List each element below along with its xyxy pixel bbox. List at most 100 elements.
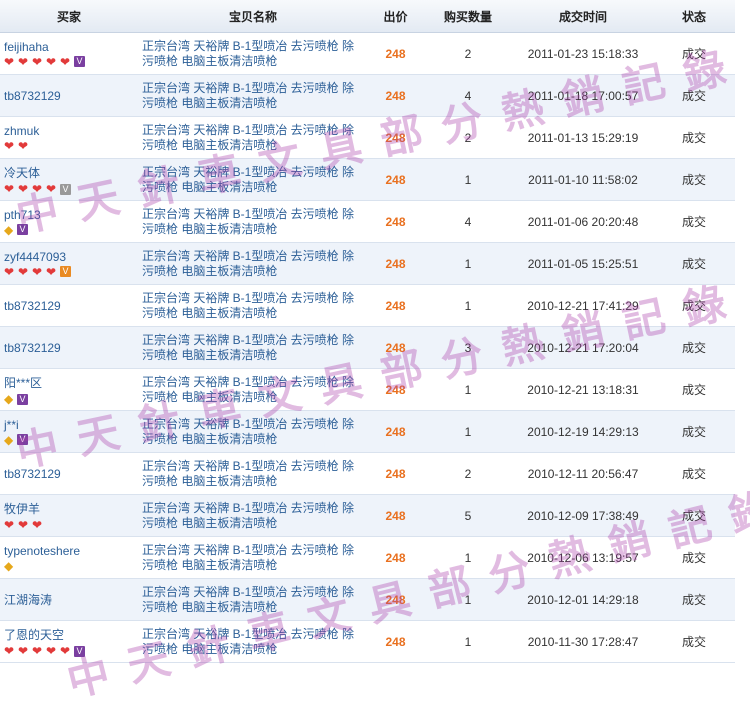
column-header-quantity: 购买数量 (423, 0, 513, 33)
item-cell: 正宗台湾 天裕牌 B-1型喷冶 去污喷枪 除污喷枪 电脑主板清洁喷枪 (138, 200, 368, 243)
item-link[interactable]: 正宗台湾 天裕牌 B-1型喷冶 去污喷枪 除污喷枪 电脑主板清洁喷枪 (142, 123, 354, 152)
item-cell: 正宗台湾 天裕牌 B-1型喷冶 去污喷枪 除污喷枪 电脑主板清洁喷枪 (138, 536, 368, 579)
price-cell: 248 (368, 158, 423, 201)
item-link[interactable]: 正宗台湾 天裕牌 B-1型喷冶 去污喷枪 除污喷枪 电脑主板清洁喷枪 (142, 417, 354, 446)
item-cell: 正宗台湾 天裕牌 B-1型喷冶 去污喷枪 除污喷枪 电脑主板清洁喷枪 (138, 74, 368, 117)
item-link[interactable]: 正宗台湾 天裕牌 B-1型喷冶 去污喷枪 除污喷枪 电脑主板清洁喷枪 (142, 81, 354, 110)
time-cell: 2011-01-13 15:29:19 (513, 116, 653, 159)
buyer-link[interactable]: tb8732129 (4, 341, 61, 355)
item-link[interactable]: 正宗台湾 天裕牌 B-1型喷冶 去污喷枪 除污喷枪 电脑主板清洁喷枪 (142, 585, 354, 614)
buyer-link[interactable]: tb8732129 (4, 89, 61, 103)
diamond-icon: ◆ (4, 392, 14, 406)
heart-icon: ❤ (32, 54, 43, 69)
item-cell: 正宗台湾 天裕牌 B-1型喷冶 去污喷枪 除污喷枪 电脑主板清洁喷枪 (138, 452, 368, 495)
time-cell: 2010-12-09 17:38:49 (513, 494, 653, 537)
buyer-link[interactable]: tb8732129 (4, 467, 61, 481)
vip-icon: V (60, 183, 71, 195)
column-header-item: 宝贝名称 (138, 0, 368, 33)
buyer-link[interactable]: j**i (4, 418, 19, 432)
quantity-cell: 1 (423, 368, 513, 411)
heart-icon: ❤ (60, 644, 71, 658)
buyer-cell: pth713 ◆ V (0, 200, 138, 243)
item-link[interactable]: 正宗台湾 天裕牌 B-1型喷冶 去污喷枪 除污喷枪 电脑主板清洁喷枪 (142, 543, 354, 572)
buyer-cell: 江湖海涛 (0, 578, 138, 621)
table-row: 牧伊羊 ❤ ❤ ❤ 正宗台湾 天裕牌 B-1型喷冶 去污喷枪 除污喷枪 电脑主板清洁… (0, 494, 735, 537)
item-link[interactable]: 正宗台湾 天裕牌 B-1型喷冶 去污喷枪 除污喷枪 电脑主板清洁喷枪 (142, 165, 354, 194)
buyer-badges: ◆ (4, 560, 134, 572)
item-link[interactable]: 正宗台湾 天裕牌 B-1型喷冶 去污喷枪 除污喷枪 电脑主板清洁喷枪 (142, 375, 354, 404)
buyer-cell: zhmuk ❤ ❤ (0, 116, 138, 159)
heart-icon: ❤ (32, 644, 43, 658)
buyer-link[interactable]: feijihaha (4, 40, 49, 54)
status-cell: 成交 (653, 284, 735, 327)
heart-icon: ❤ (32, 182, 43, 196)
quantity-cell: 2 (423, 32, 513, 75)
buyer-link[interactable]: 江湖海涛 (4, 593, 52, 607)
price-cell: 248 (368, 494, 423, 537)
price-cell: 248 (368, 326, 423, 369)
quantity-cell: 1 (423, 158, 513, 201)
item-link[interactable]: 正宗台湾 天裕牌 B-1型喷冶 去污喷枪 除污喷枪 电脑主板清洁喷枪 (142, 39, 354, 68)
vip-icon: V (17, 224, 28, 235)
buyer-badges: ◆ V (4, 224, 134, 236)
status-cell: 成交 (653, 74, 735, 117)
item-link[interactable]: 正宗台湾 天裕牌 B-1型喷冶 去污喷枪 除污喷枪 电脑主板清洁喷枪 (142, 501, 354, 530)
table-row: 江湖海涛 正宗台湾 天裕牌 B-1型喷冶 去污喷枪 除污喷枪 电脑主板清洁喷枪 … (0, 578, 735, 621)
table-row: 了恩的天空 ❤ ❤ ❤ ❤ ❤ V 正宗台湾 天裕牌 B-1型喷冶 去污喷枪 除污喷枪 电… (0, 620, 735, 663)
heart-icon: ❤ (4, 138, 15, 153)
diamond-icon: ◆ (4, 558, 14, 573)
item-link[interactable]: 正宗台湾 天裕牌 B-1型喷冶 去污喷枪 除污喷枪 电脑主板清洁喷枪 (142, 627, 354, 656)
item-link[interactable]: 正宗台湾 天裕牌 B-1型喷冶 去污喷枪 除污喷枪 电脑主板清洁喷枪 (142, 333, 354, 362)
item-link[interactable]: 正宗台湾 天裕牌 B-1型喷冶 去污喷枪 除污喷枪 电脑主板清洁喷枪 (142, 207, 354, 236)
buyer-link[interactable]: 牧伊羊 (4, 502, 40, 516)
vip-icon: V (74, 56, 85, 67)
time-cell: 2011-01-18 17:00:57 (513, 74, 653, 117)
quantity-cell: 2 (423, 452, 513, 495)
quantity-cell: 4 (423, 74, 513, 117)
quantity-cell: 1 (423, 578, 513, 621)
status-cell: 成交 (653, 326, 735, 369)
buyer-link[interactable]: tb8732129 (4, 299, 61, 313)
status-cell: 成交 (653, 578, 735, 621)
quantity-cell: 1 (423, 620, 513, 663)
item-link[interactable]: 正宗台湾 天裕牌 B-1型喷冶 去污喷枪 除污喷枪 电脑主板清洁喷枪 (142, 249, 354, 278)
item-cell: 正宗台湾 天裕牌 B-1型喷冶 去污喷枪 除污喷枪 电脑主板清洁喷枪 (138, 410, 368, 453)
table-row: pth713 ◆ V 正宗台湾 天裕牌 B-1型喷冶 去污喷枪 除污喷枪 电脑主板… (0, 200, 735, 243)
time-cell: 2010-12-21 13:18:31 (513, 368, 653, 411)
time-cell: 2010-11-30 17:28:47 (513, 620, 653, 663)
price-cell: 248 (368, 368, 423, 411)
buyer-link[interactable]: typenoteshere (4, 544, 80, 558)
column-header-time: 成交时间 (513, 0, 653, 33)
buyer-cell: feijihaha ❤ ❤ ❤ ❤ ❤ V (0, 32, 138, 75)
heart-icon: ❤ (18, 54, 29, 69)
buyer-cell: typenoteshere ◆ (0, 536, 138, 579)
buyer-badges: ❤ ❤ ❤ (4, 519, 134, 531)
item-link[interactable]: 正宗台湾 天裕牌 B-1型喷冶 去污喷枪 除污喷枪 电脑主板清洁喷枪 (142, 459, 354, 488)
item-link[interactable]: 正宗台湾 天裕牌 B-1型喷冶 去污喷枪 除污喷枪 电脑主板清洁喷枪 (142, 291, 354, 320)
buyer-link[interactable]: 了恩的天空 (4, 628, 64, 642)
buyer-link[interactable]: 冷天体 (4, 166, 40, 180)
quantity-cell: 1 (423, 536, 513, 579)
time-cell: 2011-01-23 15:18:33 (513, 32, 653, 75)
status-cell: 成交 (653, 116, 735, 159)
time-cell: 2011-01-10 11:58:02 (513, 158, 653, 201)
heart-icon: ❤ (18, 644, 29, 658)
buyer-link[interactable]: zyf4447093 (4, 250, 66, 264)
buyer-link[interactable]: pth713 (4, 208, 41, 222)
heart-icon: ❤ (18, 518, 29, 532)
heart-icon: ❤ (60, 54, 71, 69)
heart-icon: ❤ (46, 264, 57, 279)
vip-icon: V (60, 266, 71, 277)
table-row: 阳***区 ◆ V 正宗台湾 天裕牌 B-1型喷冶 去污喷枪 除污喷枪 电脑主板清… (0, 368, 735, 411)
table-header-row: 买家 宝贝名称 出价 购买数量 成交时间 状态 (0, 0, 735, 33)
buyer-badges: ❤ ❤ ❤ ❤ ❤ V (4, 645, 134, 657)
buyer-link[interactable]: zhmuk (4, 124, 39, 138)
item-cell: 正宗台湾 天裕牌 B-1型喷冶 去污喷枪 除污喷枪 电脑主板清洁喷枪 (138, 326, 368, 369)
time-cell: 2010-12-21 17:41:29 (513, 284, 653, 327)
buyer-cell: 阳***区 ◆ V (0, 368, 138, 411)
heart-icon: ❤ (46, 182, 57, 196)
heart-icon: ❤ (4, 54, 15, 69)
price-cell: 248 (368, 74, 423, 117)
heart-icon: ❤ (46, 644, 57, 658)
buyer-link[interactable]: 阳***区 (4, 376, 42, 390)
